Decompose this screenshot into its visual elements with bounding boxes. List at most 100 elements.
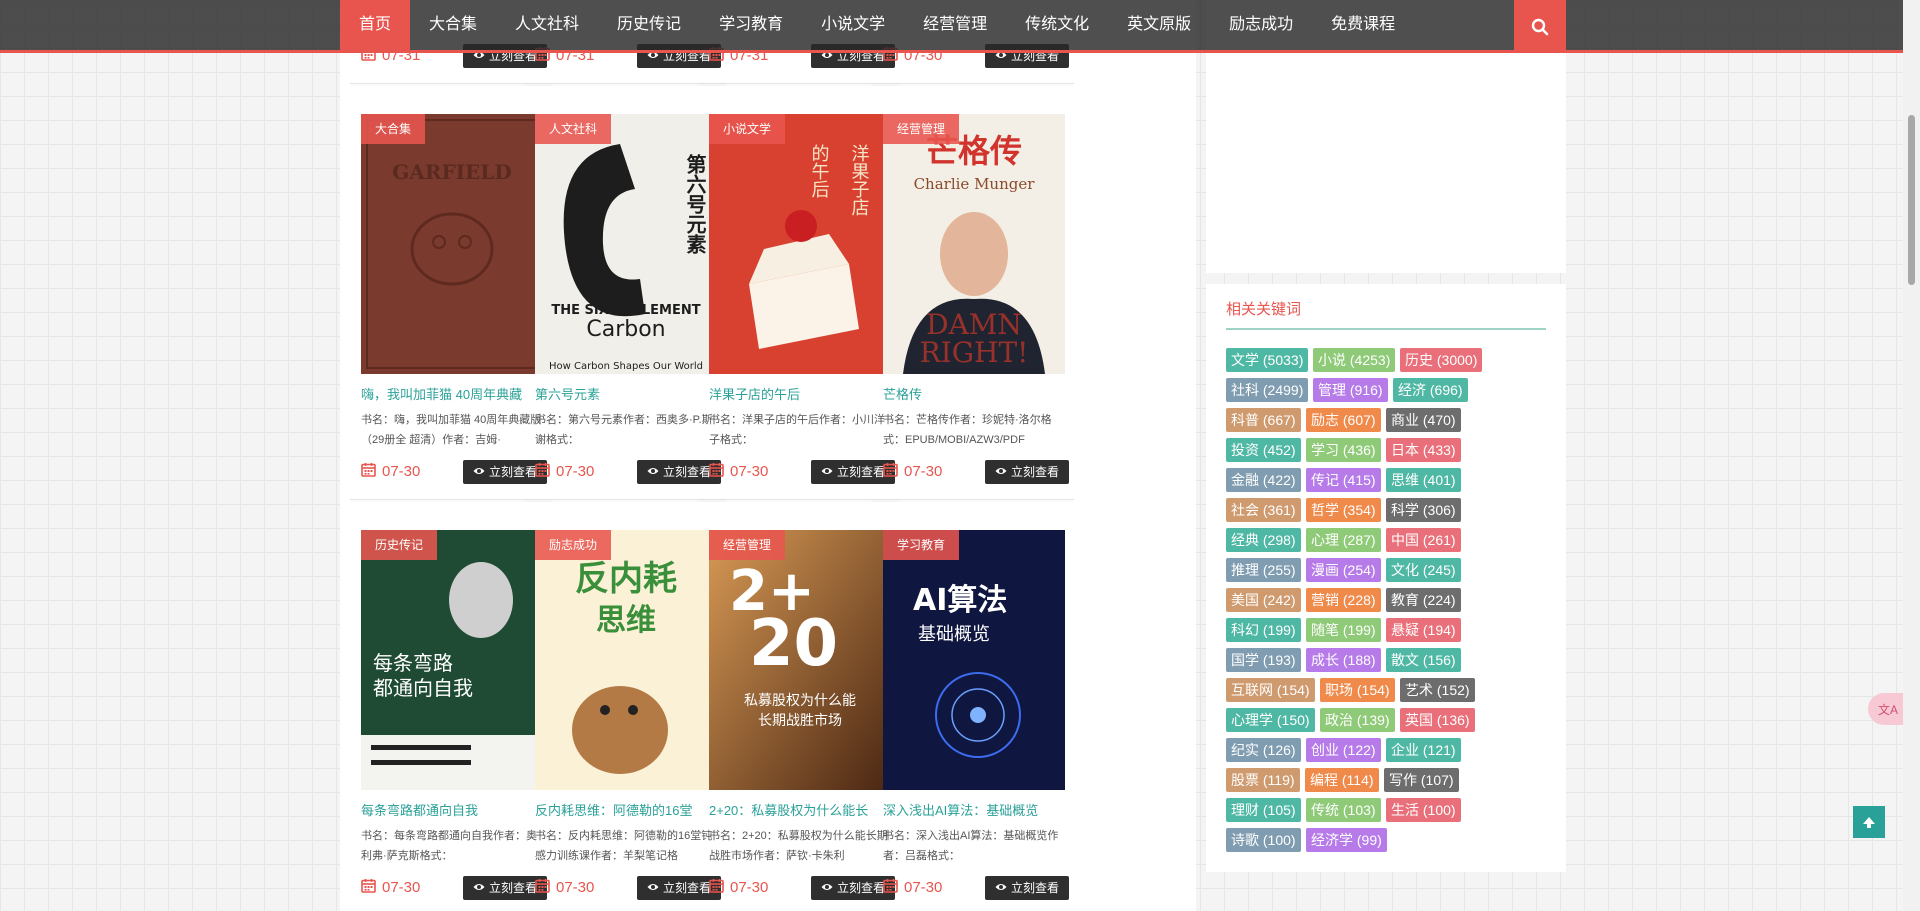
post-date: 07-30 — [535, 878, 594, 897]
keyword-tag[interactable]: 社会 (361) — [1226, 498, 1301, 522]
keyword-tag[interactable]: 学习 (436) — [1306, 438, 1381, 462]
nav-item-0[interactable]: 首页 — [340, 0, 411, 50]
keyword-tag[interactable]: 英国 (136) — [1400, 708, 1475, 732]
keyword-tag[interactable]: 经典 (298) — [1226, 528, 1301, 552]
category-badge[interactable]: 经营管理 — [709, 530, 786, 560]
keyword-tag[interactable]: 传统 (103) — [1306, 798, 1381, 822]
view-now-button[interactable]: 立刻查看 — [985, 460, 1069, 484]
card-separator — [524, 83, 726, 84]
keyword-tag[interactable]: 日本 (433) — [1386, 438, 1461, 462]
book-title[interactable]: 芒格传 — [883, 384, 1067, 403]
keyword-tag[interactable]: 社科 (2499) — [1226, 378, 1309, 402]
book-cover[interactable]: 洋果子店 的午后 小说文学 — [709, 114, 891, 374]
category-badge[interactable]: 大合集 — [361, 114, 426, 144]
svg-text:20: 20 — [749, 607, 838, 681]
book-title[interactable]: 第六号元素 — [535, 384, 719, 403]
nav-item-8[interactable]: 英文原版 — [1108, 0, 1210, 50]
keyword-tag[interactable]: 历史 (3000) — [1400, 348, 1483, 372]
svg-text:洋果子店: 洋果子店 — [849, 144, 870, 216]
book-cover[interactable]: 第六号元素 THE SIXTH ELEMENT Carbon How Carbon S… — [535, 114, 717, 374]
calendar-icon — [361, 462, 376, 481]
category-badge[interactable]: 小说文学 — [709, 114, 786, 144]
book-cover[interactable]: 每条弯路 都通向自我 历史传记 — [361, 530, 543, 790]
keyword-tag[interactable]: 编程 (114) — [1305, 768, 1379, 792]
post-date: 07-30 — [361, 462, 420, 481]
book-title[interactable]: 反内耗思维：阿德勒的16堂 — [535, 800, 719, 819]
book-title[interactable]: 洋果子店的午后 — [709, 384, 893, 403]
keyword-tag[interactable]: 推理 (255) — [1226, 558, 1301, 582]
keyword-tag[interactable]: 科幻 (199) — [1226, 618, 1301, 642]
keyword-tag[interactable]: 纪实 (126) — [1226, 738, 1301, 762]
nav-item-4[interactable]: 学习教育 — [700, 0, 802, 50]
keyword-tag[interactable]: 散文 (156) — [1386, 648, 1461, 672]
keyword-tag[interactable]: 励志 (607) — [1306, 408, 1381, 432]
keyword-tag[interactable]: 股票 (119) — [1226, 768, 1300, 792]
keyword-tag[interactable]: 科学 (306) — [1386, 498, 1461, 522]
keyword-tag[interactable]: 心理 (287) — [1306, 528, 1381, 552]
nav-item-7[interactable]: 传统文化 — [1006, 0, 1108, 50]
keyword-tag[interactable]: 政治 (139) — [1320, 708, 1395, 732]
book-cover[interactable]: 反内耗 思维 励志成功 — [535, 530, 717, 790]
keyword-tag[interactable]: 企业 (121) — [1386, 738, 1461, 762]
keyword-tag[interactable]: 悬疑 (194) — [1386, 618, 1461, 642]
nav-item-10[interactable]: 免费课程 — [1312, 0, 1414, 50]
calendar-icon — [709, 878, 724, 897]
keyword-tag[interactable]: 金融 (422) — [1226, 468, 1301, 492]
back-to-top-button[interactable] — [1853, 806, 1885, 838]
keyword-tag[interactable]: 诗歌 (100) — [1226, 828, 1301, 852]
keyword-tag[interactable]: 随笔 (199) — [1306, 618, 1381, 642]
book-cover[interactable]: 芒格传 Charlie Munger DAMN RIGHT! 经营管理 — [883, 114, 1065, 374]
keyword-tag[interactable]: 文化 (245) — [1386, 558, 1461, 582]
nav-item-9[interactable]: 励志成功 — [1210, 0, 1312, 50]
keyword-tag[interactable]: 心理学 (150) — [1226, 708, 1315, 732]
category-badge[interactable]: 历史传记 — [361, 530, 438, 560]
svg-text:第六号元素: 第六号元素 — [683, 153, 707, 254]
keyword-tag[interactable]: 思维 (401) — [1386, 468, 1461, 492]
category-badge[interactable]: 经营管理 — [883, 114, 960, 144]
keyword-tag[interactable]: 哲学 (354) — [1306, 498, 1381, 522]
keyword-tag[interactable]: 写作 (107) — [1384, 768, 1459, 792]
book-title[interactable]: 深入浅出AI算法：基础概览 — [883, 800, 1067, 819]
category-badge[interactable]: 人文社科 — [535, 114, 612, 144]
keyword-tag[interactable]: 小说 (4253) — [1313, 348, 1396, 372]
keyword-tag[interactable]: 投资 (452) — [1226, 438, 1301, 462]
keyword-tag[interactable]: 传记 (415) — [1306, 468, 1381, 492]
keyword-tag[interactable]: 职场 (154) — [1320, 678, 1395, 702]
keyword-tag[interactable]: 商业 (470) — [1386, 408, 1461, 432]
keyword-tag[interactable]: 国学 (193) — [1226, 648, 1301, 672]
keyword-tag[interactable]: 营销 (228) — [1306, 588, 1381, 612]
keyword-tag[interactable]: 生活 (100) — [1386, 798, 1461, 822]
book-cover[interactable]: 2+ 20 私募股权为什么能 长期战胜市场 经营管理 — [709, 530, 891, 790]
keyword-tag[interactable]: 经济学 (99) — [1306, 828, 1387, 852]
book-cover[interactable]: GARFIELD 大合集 — [361, 114, 543, 374]
book-cover[interactable]: AI算法 基础概览 学习教育 — [883, 530, 1065, 790]
nav-item-1[interactable]: 大合集 — [410, 0, 496, 50]
page-scrollbar[interactable] — [1903, 0, 1920, 911]
keyword-tag[interactable]: 科普 (667) — [1226, 408, 1301, 432]
keyword-tag[interactable]: 成长 (188) — [1306, 648, 1381, 672]
keyword-tag[interactable]: 艺术 (152) — [1400, 678, 1475, 702]
keyword-tag[interactable]: 教育 (224) — [1386, 588, 1461, 612]
keyword-tag[interactable]: 漫画 (254) — [1306, 558, 1381, 582]
keyword-tag[interactable]: 理财 (105) — [1226, 798, 1301, 822]
translate-button[interactable]: 文A — [1868, 693, 1908, 725]
book-title[interactable]: 2+20：私募股权为什么能长 — [709, 800, 893, 819]
nav-item-2[interactable]: 人文社科 — [496, 0, 598, 50]
keyword-tag[interactable]: 互联网 (154) — [1226, 678, 1315, 702]
keyword-tag[interactable]: 管理 (916) — [1313, 378, 1388, 402]
keyword-tag[interactable]: 中国 (261) — [1386, 528, 1461, 552]
keyword-tag[interactable]: 文学 (5033) — [1226, 348, 1309, 372]
keyword-tag[interactable]: 创业 (122) — [1306, 738, 1381, 762]
keyword-tag[interactable]: 经济 (696) — [1393, 378, 1468, 402]
book-title[interactable]: 每条弯路都通向自我 — [361, 800, 545, 819]
nav-item-5[interactable]: 小说文学 — [802, 0, 904, 50]
nav-item-3[interactable]: 历史传记 — [598, 0, 700, 50]
view-now-button[interactable]: 立刻查看 — [985, 876, 1069, 900]
category-badge[interactable]: 励志成功 — [535, 530, 612, 560]
book-title[interactable]: 嗨，我叫加菲猫 40周年典藏 — [361, 384, 545, 403]
nav-item-6[interactable]: 经营管理 — [904, 0, 1006, 50]
keyword-tag[interactable]: 美国 (242) — [1226, 588, 1301, 612]
scrollbar-thumb[interactable] — [1908, 115, 1915, 285]
search-button[interactable] — [1514, 0, 1566, 53]
category-badge[interactable]: 学习教育 — [883, 530, 960, 560]
